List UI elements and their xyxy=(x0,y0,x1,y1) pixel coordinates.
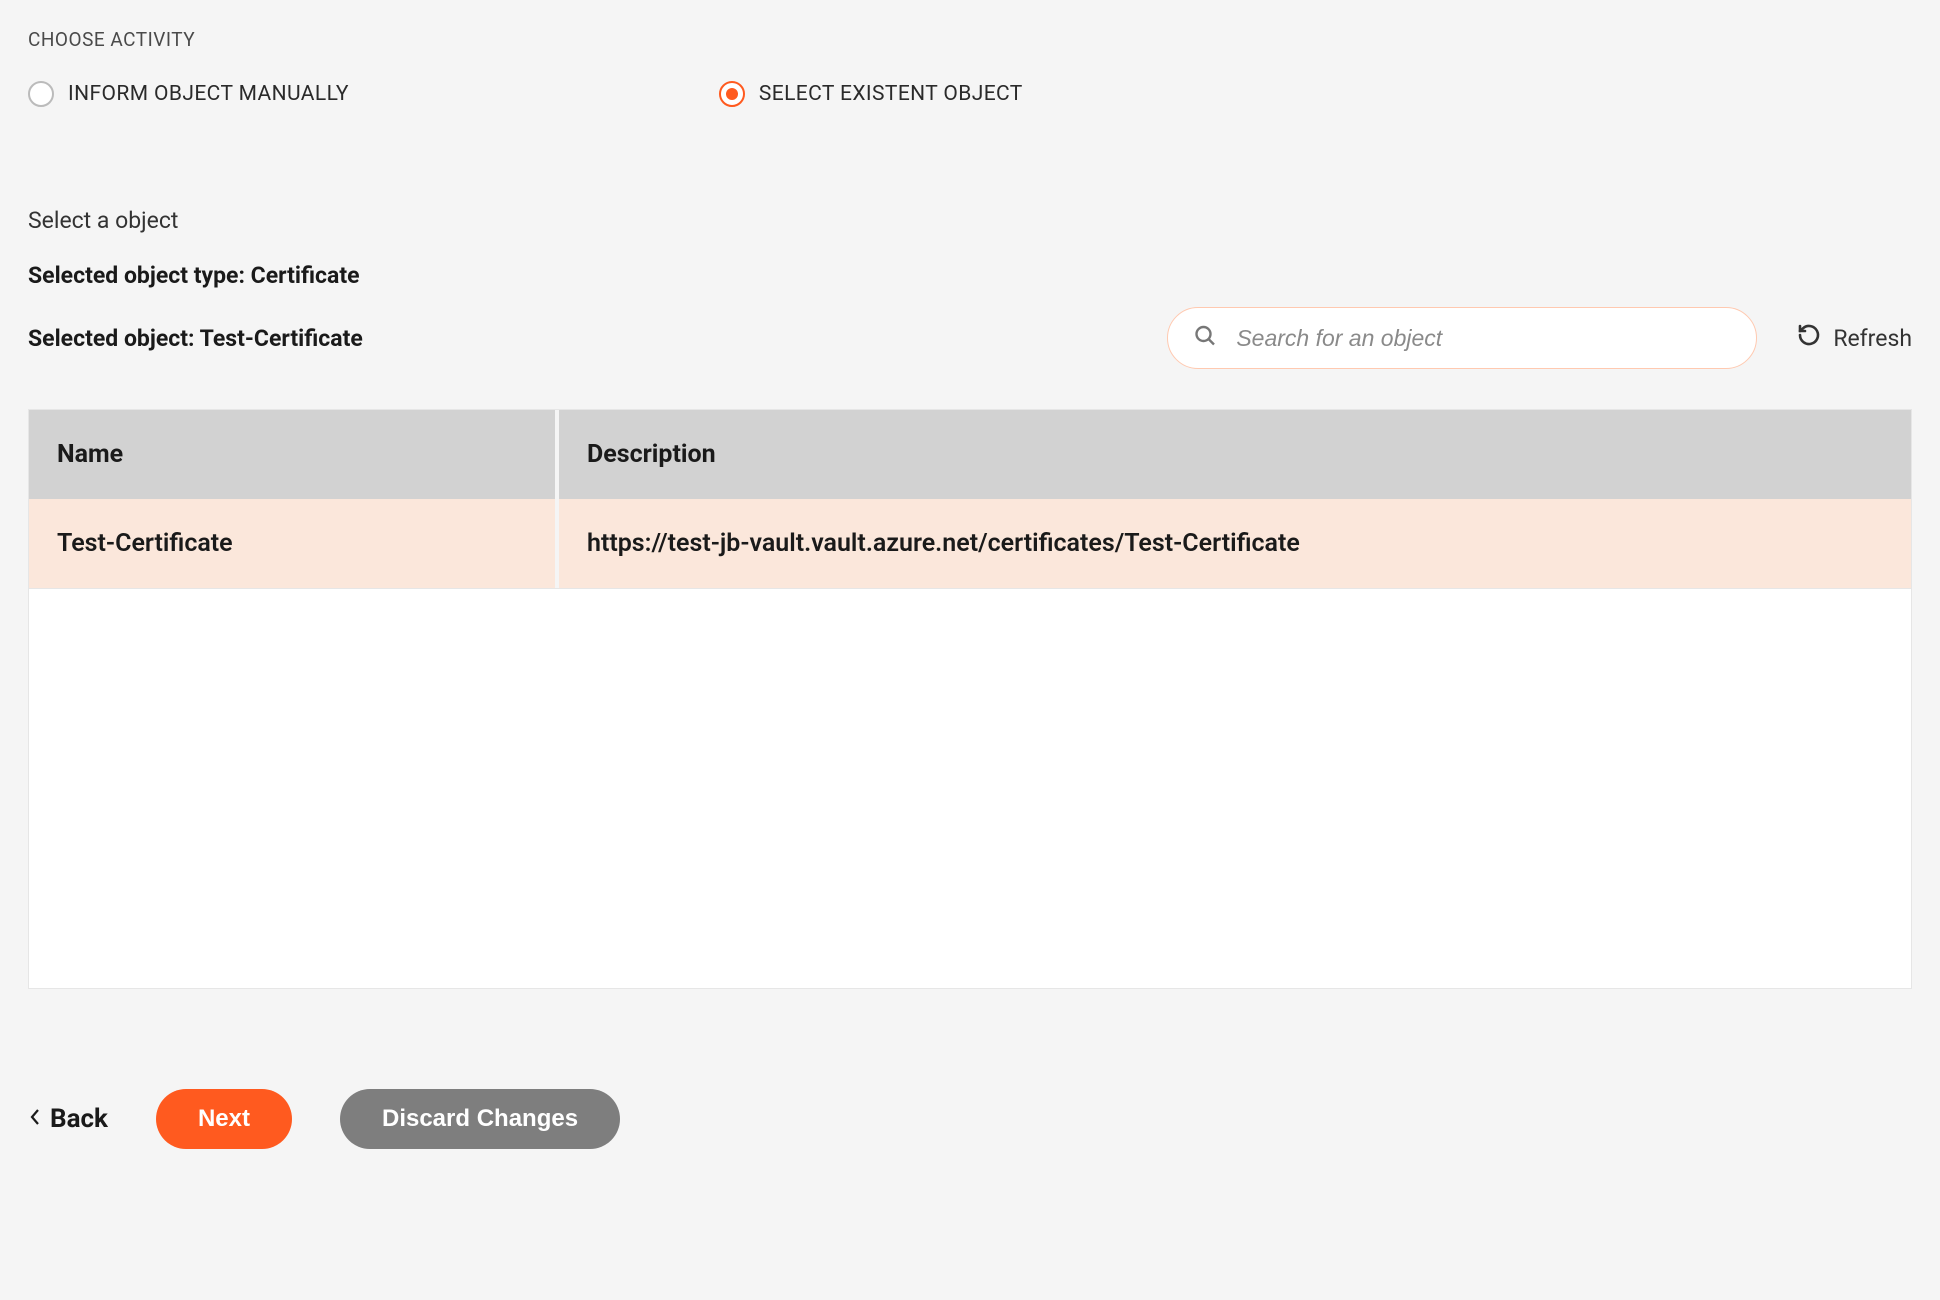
cell-description: https://test-jb-vault.vault.azure.net/ce… xyxy=(559,499,1911,588)
selected-type-value: Certificate xyxy=(251,262,360,289)
objects-table: Name Description Test-Certificate https:… xyxy=(28,409,1912,989)
table-header: Name Description xyxy=(29,410,1911,499)
table-row[interactable]: Test-Certificate https://test-jb-vault.v… xyxy=(29,499,1911,589)
back-button[interactable]: Back xyxy=(28,1104,108,1134)
column-header-name: Name xyxy=(29,410,559,499)
radio-dot-icon xyxy=(726,88,738,100)
radio-circle-icon xyxy=(719,81,745,107)
refresh-button[interactable]: Refresh xyxy=(1797,323,1912,353)
column-header-description: Description xyxy=(559,410,1911,499)
refresh-label: Refresh xyxy=(1833,325,1912,352)
activity-radio-group: INFORM OBJECT MANUALLY SELECT EXISTENT O… xyxy=(28,81,1912,107)
radio-circle-icon xyxy=(28,81,54,107)
table-body: Test-Certificate https://test-jb-vault.v… xyxy=(29,499,1911,988)
footer-actions: Back Next Discard Changes xyxy=(28,1089,1912,1149)
selected-type-prefix: Selected object type: xyxy=(28,262,251,289)
discard-changes-button[interactable]: Discard Changes xyxy=(340,1089,620,1149)
search-wrapper xyxy=(1167,307,1757,369)
radio-label: INFORM OBJECT MANUALLY xyxy=(68,82,349,106)
selected-object-value: Test-Certificate xyxy=(200,325,363,352)
select-object-prompt: Select a object xyxy=(28,207,1912,234)
radio-select-existent[interactable]: SELECT EXISTENT OBJECT xyxy=(719,81,1023,107)
selected-object: Selected object: Test-Certificate xyxy=(28,325,363,352)
radio-inform-manually[interactable]: INFORM OBJECT MANUALLY xyxy=(28,81,349,107)
refresh-icon xyxy=(1797,323,1821,353)
selected-object-type: Selected object type: Certificate xyxy=(28,262,1912,289)
choose-activity-label: CHOOSE ACTIVITY xyxy=(28,28,1912,51)
cell-name: Test-Certificate xyxy=(29,499,559,588)
search-icon xyxy=(1193,324,1217,353)
next-button[interactable]: Next xyxy=(156,1089,292,1149)
back-label: Back xyxy=(50,1104,108,1134)
radio-label: SELECT EXISTENT OBJECT xyxy=(759,82,1023,106)
selected-object-prefix: Selected object: xyxy=(28,325,200,352)
search-input[interactable] xyxy=(1167,307,1757,369)
chevron-left-icon xyxy=(28,1104,42,1134)
